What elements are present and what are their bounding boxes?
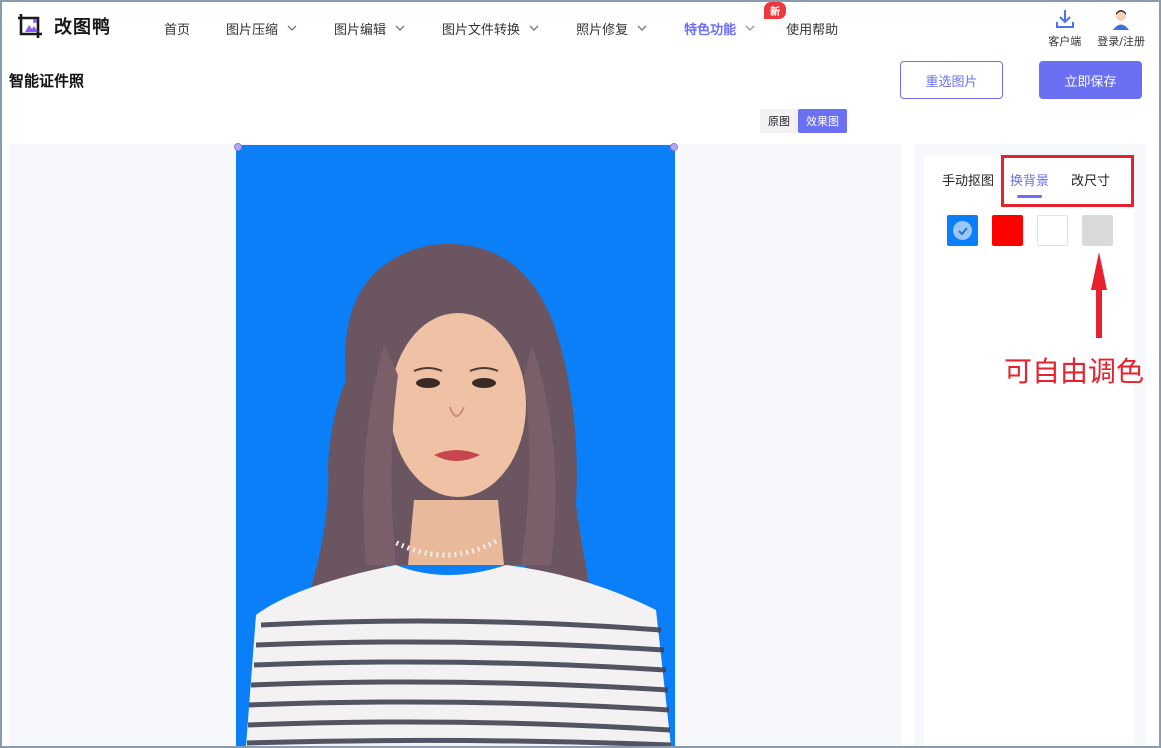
page-title: 智能证件照 xyxy=(9,72,85,90)
highlight-box xyxy=(1001,155,1134,207)
view-result-button[interactable]: 效果图 xyxy=(798,109,847,133)
nav-image-edit[interactable]: 图片编辑 xyxy=(334,19,406,38)
id-photo-preview[interactable] xyxy=(236,145,675,746)
nav-label: 图片编辑 xyxy=(334,22,387,38)
avatar-icon xyxy=(1113,10,1130,30)
chevron-down-icon xyxy=(637,25,647,31)
nav-photo-repair[interactable]: 照片修复 xyxy=(576,19,648,38)
nav-home[interactable]: 首页 xyxy=(164,19,190,38)
nav-special-features[interactable]: 特色功能 新 xyxy=(684,1,787,38)
nav-file-convert[interactable]: 图片文件转换 xyxy=(442,19,540,38)
logo[interactable]: 改图鸭 xyxy=(16,12,111,40)
background-color-swatches xyxy=(947,215,1113,246)
nav-label: 照片修复 xyxy=(576,22,629,38)
login-register-button[interactable]: 登录/注册 xyxy=(1097,8,1145,49)
download-icon xyxy=(1055,10,1074,28)
logo-icon xyxy=(18,14,42,38)
chevron-down-icon xyxy=(745,25,755,31)
portrait-image xyxy=(246,244,672,746)
nav-label: 图片文件转换 xyxy=(442,22,521,38)
nav-label: 使用帮助 xyxy=(786,22,839,38)
app-name: 改图鸭 xyxy=(54,17,111,38)
chevron-down-icon xyxy=(529,25,539,31)
header-actions: 客户端 登录/注册 xyxy=(1048,8,1145,49)
save-now-button[interactable]: 立即保存 xyxy=(1039,61,1142,99)
view-toggle: 原图 效果图 xyxy=(760,109,847,133)
top-header: 改图鸭 首页 图片压缩 图片编辑 图片文件转换 照片修复 特色功能 新 使用帮助 xyxy=(2,1,1159,54)
client-download-button[interactable]: 客户端 xyxy=(1048,8,1081,49)
chevron-down-icon xyxy=(395,25,405,31)
check-icon xyxy=(953,221,972,240)
reselect-image-button[interactable]: 重选图片 xyxy=(900,61,1003,99)
chevron-down-icon xyxy=(287,25,297,31)
new-badge: 新 xyxy=(764,1,787,19)
swatch-blue[interactable] xyxy=(947,215,978,246)
annotation-text: 可自由调色 xyxy=(1004,355,1145,388)
crop-handle[interactable] xyxy=(234,143,242,151)
client-label: 客户端 xyxy=(1048,35,1082,48)
swatch-red[interactable] xyxy=(992,215,1023,246)
nav-label: 特色功能 xyxy=(684,22,737,38)
crop-handle[interactable] xyxy=(670,143,678,151)
arrow-up-icon xyxy=(1091,252,1107,338)
swatch-white[interactable] xyxy=(1037,215,1068,246)
main-nav: 首页 图片压缩 图片编辑 图片文件转换 照片修复 特色功能 新 使用帮助 xyxy=(164,1,838,54)
login-label: 登录/注册 xyxy=(1097,35,1145,48)
tab-manual-cutout[interactable]: 手动抠图 xyxy=(942,170,994,189)
nav-label: 首页 xyxy=(164,22,191,38)
swatch-gray[interactable] xyxy=(1082,215,1113,246)
nav-help[interactable]: 使用帮助 xyxy=(786,19,838,38)
view-original-button[interactable]: 原图 xyxy=(760,109,798,133)
nav-image-compress[interactable]: 图片压缩 xyxy=(226,19,298,38)
nav-label: 图片压缩 xyxy=(226,22,279,38)
